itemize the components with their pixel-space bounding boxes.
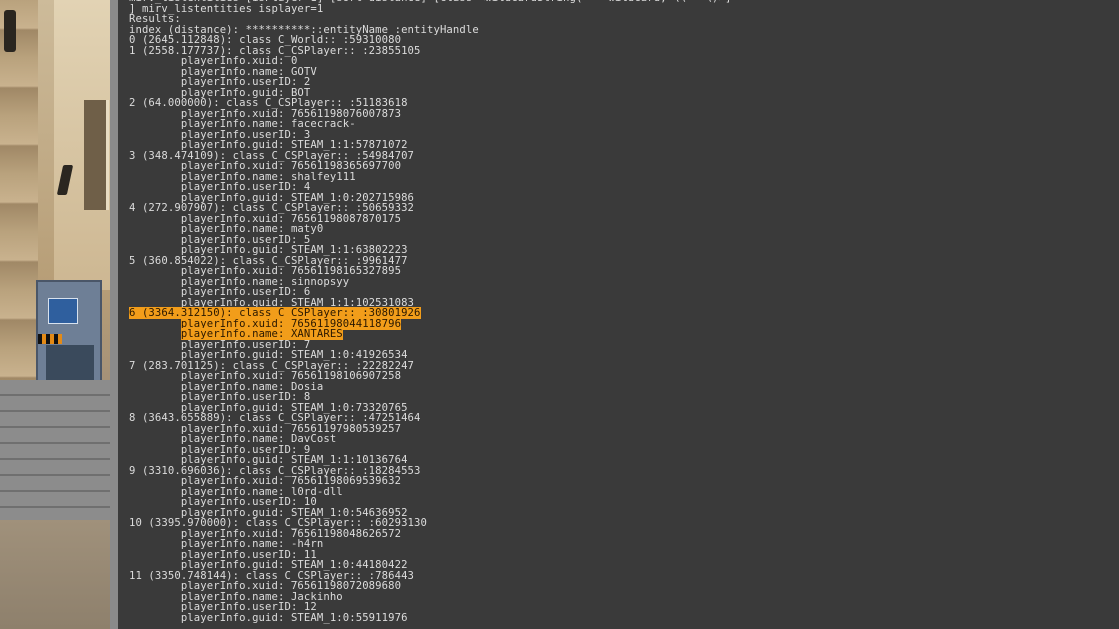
developer-console[interactable]: mirv_listentities [isPlayer=1] [sort=dis…	[118, 0, 1119, 629]
console-output[interactable]: mirv_listentities [isPlayer=1] [sort=dis…	[129, 0, 731, 623]
console-line[interactable]: ] mirv_listentities isplayer=1	[129, 3, 731, 15]
console-line[interactable]: 6 (3364.312150): class C_CSPlayer:: :308…	[129, 307, 731, 319]
game-scene-background	[0, 0, 110, 629]
console-line[interactable]: playerInfo.guid: STEAM_1:0:55911976	[129, 611, 731, 624]
wall-lamp-icon	[4, 10, 16, 52]
wall-window	[84, 100, 109, 210]
floor	[0, 520, 110, 629]
blue-sign-icon	[48, 298, 78, 324]
console-border	[110, 0, 118, 629]
door	[46, 345, 94, 385]
console-line-text: playerInfo.guid: STEAM_1:0:55911976	[129, 611, 408, 624]
hazard-stripe	[38, 334, 62, 344]
